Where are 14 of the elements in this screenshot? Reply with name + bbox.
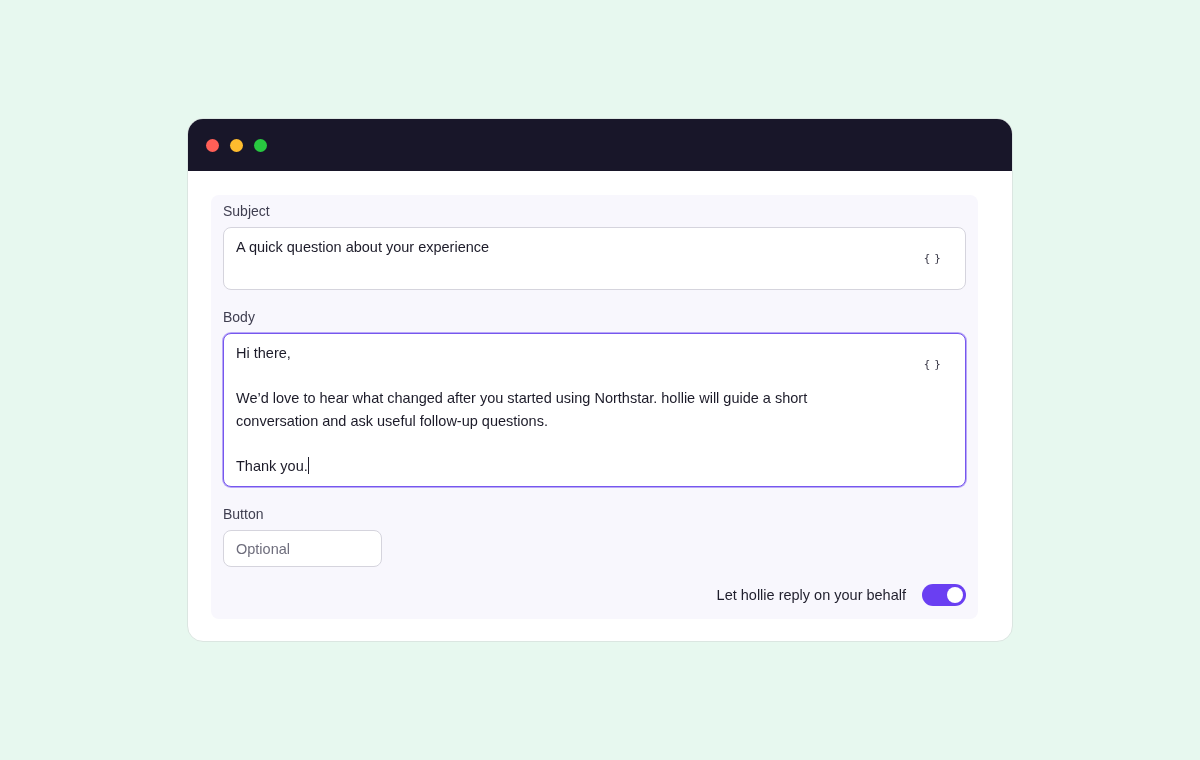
subject-field[interactable]: A quick question about your experience { } xyxy=(223,227,966,290)
toggle-label: Let hollie reply on your behalf xyxy=(716,587,906,603)
text-cursor xyxy=(307,456,309,474)
field-label: Button xyxy=(223,506,264,522)
reply-toggle[interactable] xyxy=(922,584,966,606)
variable-button[interactable]: { } xyxy=(921,358,943,372)
button-text-field[interactable]: Optional xyxy=(223,530,382,567)
body-field[interactable]: Hi there, We’d love to hear what changed after you started using Northstar. hollie will guide a short conversation and ask useful follow-up questions. Thank you. { } xyxy=(223,333,966,487)
window-minimize-button[interactable] xyxy=(230,138,243,152)
field-label: Body xyxy=(223,309,255,325)
window-close-button[interactable] xyxy=(206,138,219,152)
variable-button[interactable]: { } xyxy=(921,252,943,266)
field-label: Subject xyxy=(223,203,270,219)
window-zoom-button[interactable] xyxy=(254,138,267,152)
